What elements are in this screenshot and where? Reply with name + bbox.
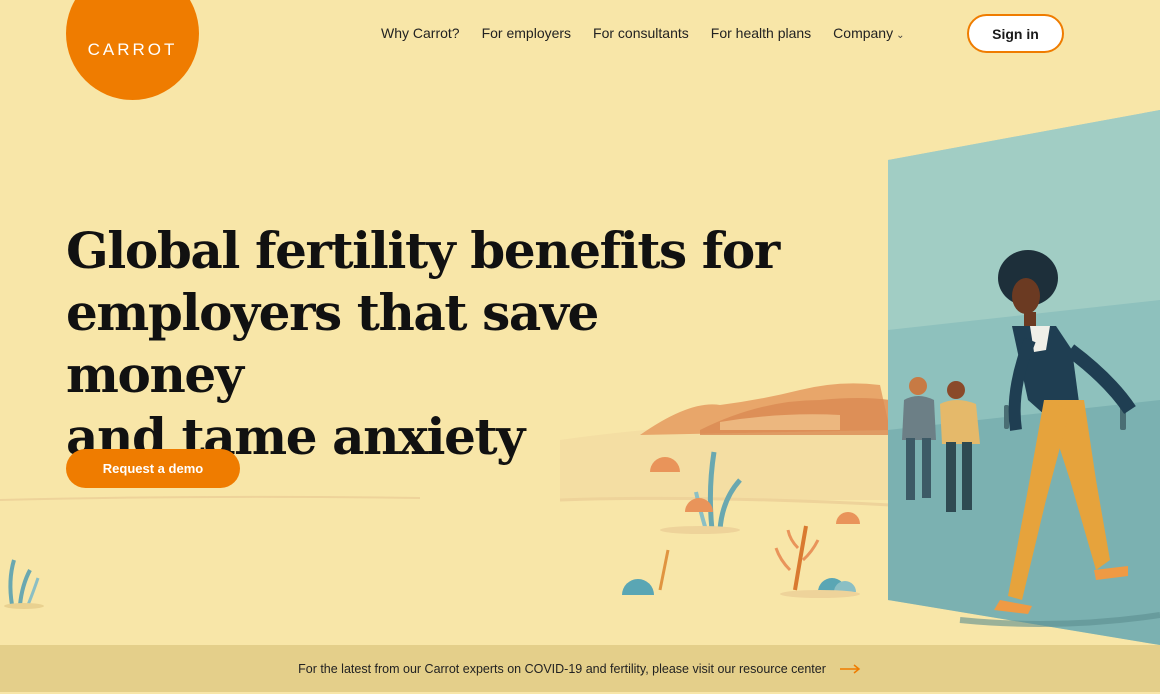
logo-text: CARROT [87,40,178,59]
hero-headline: Global fertility benefits for employers … [66,220,786,468]
nav-for-consultants[interactable]: For consultants [593,25,689,41]
arrow-right-icon[interactable] [839,663,862,674]
nav-company[interactable]: Company ⌄ [833,25,904,41]
headline-line-1: Global fertility benefits for [66,221,780,280]
covid-banner: For the latest from our Carrot experts o… [0,645,1160,692]
main-nav: Why Carrot? For employers For consultant… [370,0,915,66]
nav-company-label: Company [833,25,894,41]
banner-text[interactable]: For the latest from our Carrot experts o… [298,662,826,676]
page: CARROT Why Carrot? For employers For con… [0,0,1160,694]
nav-why-carrot[interactable]: Why Carrot? [381,25,460,41]
nav-for-health-plans[interactable]: For health plans [711,25,811,41]
chevron-down-icon: ⌄ [896,30,905,41]
nav-for-employers[interactable]: For employers [482,25,571,41]
carrot-logo[interactable]: CARROT [66,0,199,100]
headline-line-2: employers that save money [66,283,599,404]
plant-left [4,559,44,609]
request-demo-button[interactable]: Request a demo [66,449,240,488]
sign-in-button[interactable]: Sign in [967,14,1064,53]
